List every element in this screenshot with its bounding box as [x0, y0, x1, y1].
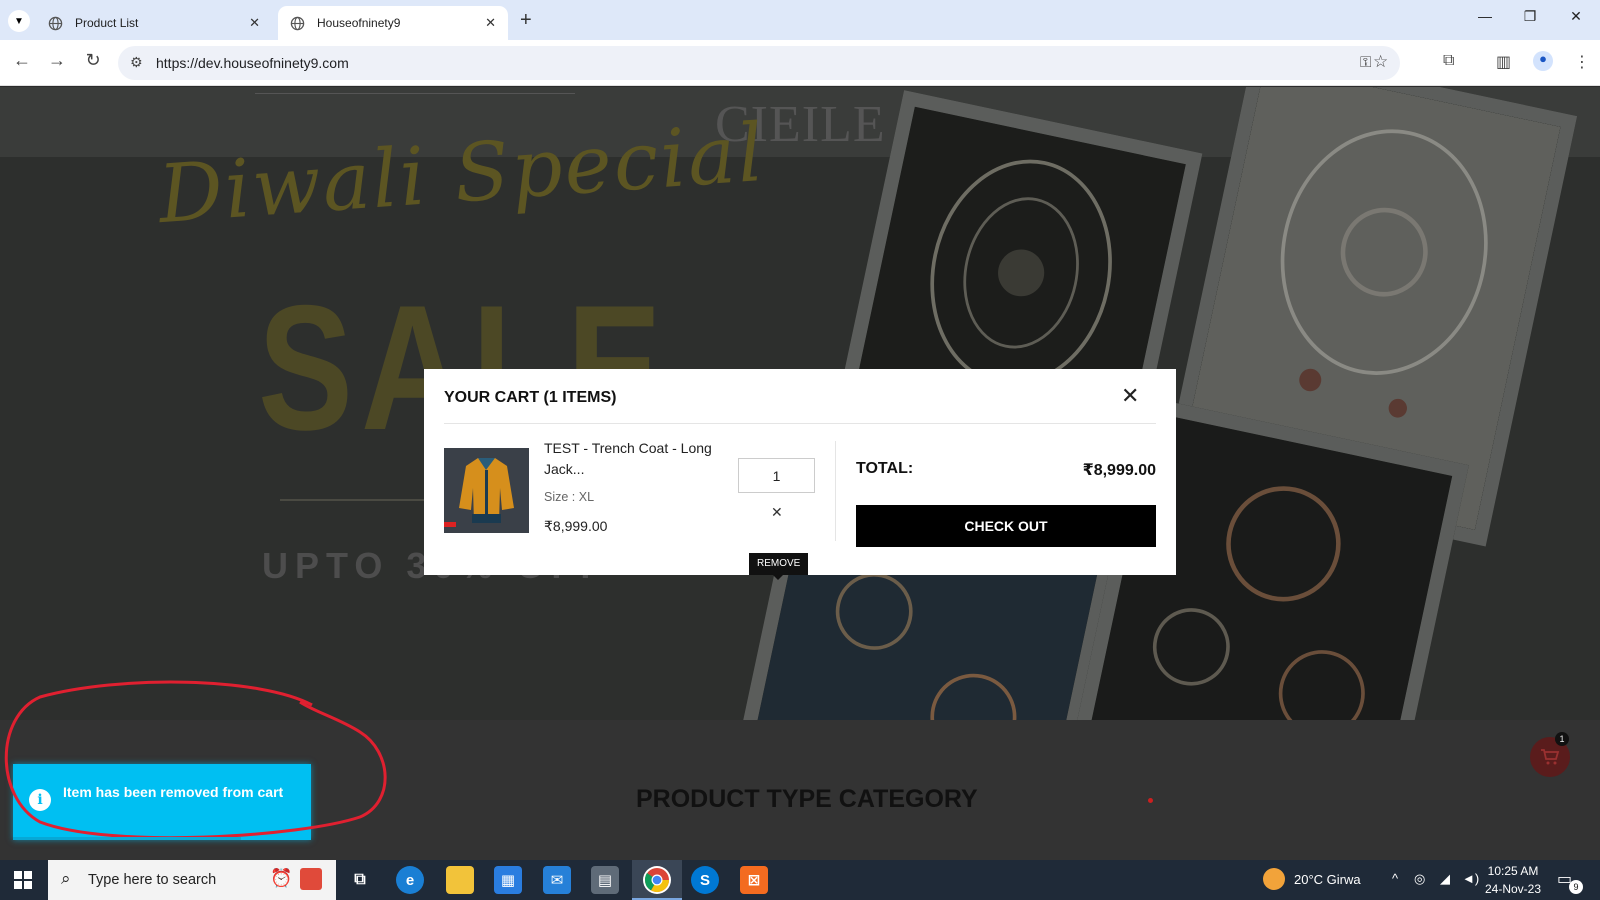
- skype-icon[interactable]: S: [691, 866, 719, 894]
- password-key-icon[interactable]: ⚿: [1360, 54, 1371, 71]
- browser-toolbar: ← → ↻ ⚙ https://dev.houseofninety9.com ⚿…: [0, 40, 1600, 86]
- web-page: CIEILE Diwali Special SALE UPTO 30% OFF …: [0, 87, 1600, 860]
- product-thumbnail[interactable]: [444, 448, 529, 533]
- decorative-dot: [1148, 798, 1153, 803]
- tab-label: Product List: [75, 16, 139, 30]
- search-icon: ⌕: [61, 869, 71, 888]
- gift-icon: [300, 868, 322, 890]
- section-title: PRODUCT TYPE CATEGORY: [636, 785, 978, 813]
- reload-icon[interactable]: ↻: [80, 50, 106, 71]
- cart-count-badge: 1: [1555, 732, 1569, 746]
- browser-tab-bar: ▼ Product List ✕ Houseofninety9 ✕ + — ❐ …: [0, 0, 1600, 40]
- notification-count-badge: 9: [1569, 880, 1583, 894]
- file-explorer-icon[interactable]: [446, 866, 474, 894]
- remove-item-icon[interactable]: ✕: [771, 504, 783, 521]
- back-icon[interactable]: ←: [9, 50, 35, 71]
- restore-icon[interactable]: ❐: [1510, 8, 1550, 25]
- search-placeholder: Type here to search: [88, 872, 217, 888]
- site-info-icon[interactable]: ⚙: [130, 54, 143, 71]
- modal-divider: [444, 423, 1156, 424]
- tab-houseofninety9[interactable]: Houseofninety9 ✕: [278, 6, 508, 40]
- volume-icon[interactable]: ◄): [1462, 871, 1479, 886]
- show-hidden-icons-icon[interactable]: ^: [1392, 871, 1398, 886]
- shopping-cart-icon: [1541, 749, 1560, 765]
- toast-progress-bar: [13, 837, 241, 840]
- calculator-icon[interactable]: ▤: [591, 866, 619, 894]
- close-tab-icon[interactable]: ✕: [485, 15, 496, 31]
- more-menu-icon[interactable]: ⋮: [1574, 52, 1590, 72]
- red-annotation-circle: [4, 680, 387, 837]
- modal-vertical-divider: [835, 441, 836, 541]
- product-price: ₹8,999.00: [544, 518, 608, 534]
- meet-now-icon[interactable]: ◎: [1414, 871, 1425, 887]
- header-divider: [255, 93, 575, 94]
- product-size: Size : XL: [544, 490, 595, 504]
- url-text: https://dev.houseofninety9.com: [156, 55, 349, 71]
- close-window-icon[interactable]: ✕: [1556, 8, 1596, 25]
- clock-date[interactable]: 24-Nov-23: [1483, 882, 1543, 896]
- extensions-icon[interactable]: ⧉: [1443, 52, 1454, 70]
- cart-modal-title: YOUR CART (1 ITEMS): [444, 389, 617, 406]
- minimize-icon[interactable]: —: [1465, 8, 1505, 24]
- weather-text: 20°C Girwa: [1294, 872, 1361, 887]
- mail-icon[interactable]: ✉: [543, 866, 571, 894]
- chevron-down-icon: ▼: [14, 15, 24, 27]
- new-tab-button[interactable]: +: [520, 9, 532, 32]
- edge-icon[interactable]: e: [396, 866, 424, 894]
- network-icon[interactable]: ◢: [1440, 871, 1450, 887]
- task-view-icon[interactable]: ⧉: [346, 866, 374, 894]
- product-name[interactable]: TEST - Trench Coat - Long Jack...: [544, 438, 734, 480]
- globe-icon: [290, 16, 305, 30]
- tab-search-dropdown[interactable]: ▼: [8, 10, 30, 32]
- microsoft-store-icon[interactable]: ▦: [494, 866, 522, 894]
- side-panel-icon[interactable]: ▥: [1496, 52, 1511, 72]
- tab-label: Houseofninety9: [317, 16, 401, 30]
- tab-product-list[interactable]: Product List ✕: [36, 6, 272, 40]
- weather-icon[interactable]: [1263, 868, 1285, 890]
- profile-avatar-icon[interactable]: ●: [1533, 51, 1553, 71]
- chrome-logo-icon: [644, 868, 669, 893]
- bookmark-star-icon[interactable]: ☆: [1373, 52, 1388, 72]
- jacket-image: [444, 448, 529, 533]
- forward-icon[interactable]: →: [44, 50, 70, 71]
- close-icon[interactable]: ✕: [1121, 383, 1139, 409]
- remove-tooltip: REMOVE: [749, 553, 809, 580]
- checkout-button[interactable]: CHECK OUT: [856, 505, 1156, 547]
- total-label: TOTAL:: [856, 460, 914, 477]
- windows-taskbar: ⌕ Type here to search ⏰ ⧉ e ▦ ✉ ▤ S ⊠ 20…: [0, 860, 1600, 900]
- close-tab-icon[interactable]: ✕: [249, 15, 260, 31]
- cart-modal: YOUR CART (1 ITEMS) ✕ TEST - Trench Coat…: [424, 369, 1176, 580]
- total-value: ₹8,999.00: [1082, 462, 1156, 479]
- chrome-icon[interactable]: [643, 866, 671, 894]
- alarm-clock-icon: ⏰: [270, 868, 293, 888]
- globe-icon: [48, 16, 63, 30]
- windows-start-icon[interactable]: [14, 871, 32, 889]
- clock-time[interactable]: 10:25 AM: [1483, 864, 1543, 878]
- xampp-icon[interactable]: ⊠: [740, 866, 768, 894]
- taskbar-search-box[interactable]: ⌕ Type here to search ⏰: [48, 860, 336, 900]
- address-bar[interactable]: ⚙ https://dev.houseofninety9.com ⚿ ☆: [118, 46, 1400, 80]
- quantity-input[interactable]: [738, 458, 815, 493]
